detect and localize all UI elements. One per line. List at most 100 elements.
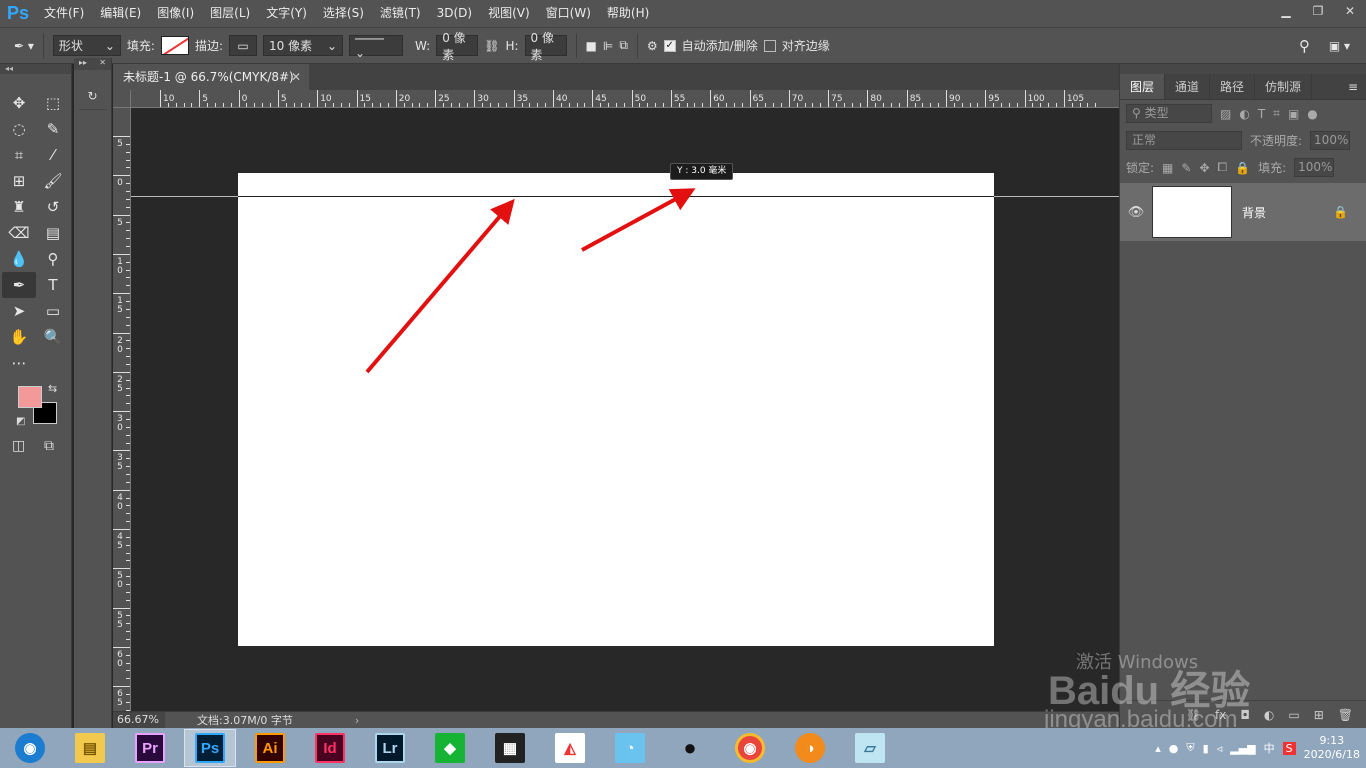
search-icon[interactable]: ⚲ — [1299, 37, 1310, 55]
gradient-tool-icon[interactable]: ▤ — [36, 220, 70, 246]
menu-image[interactable]: 图像(I) — [149, 0, 202, 27]
dodge-tool-icon[interactable]: ⚲ — [36, 246, 70, 272]
tray-qq-icon[interactable]: ● — [1169, 742, 1179, 755]
tray-sogou-icon[interactable]: S — [1282, 741, 1296, 755]
lock-position-icon[interactable]: ✥ — [1199, 161, 1209, 175]
ruler-origin[interactable] — [113, 90, 131, 108]
menu-layer[interactable]: 图层(L) — [202, 0, 258, 27]
screen-mode-icon[interactable]: ⧉ — [44, 438, 54, 454]
filter-shape-icon[interactable]: ⌗ — [1273, 106, 1280, 121]
eraser-tool-icon[interactable]: ⌫ — [2, 220, 36, 246]
expand-arrows-icon[interactable]: ▸▸ — [79, 58, 87, 70]
taskbar-indesign[interactable]: Id — [304, 729, 356, 767]
menu-edit[interactable]: 编辑(E) — [92, 0, 149, 27]
taskbar-app-notes[interactable]: ▱ — [844, 729, 896, 767]
stroke-size-field[interactable]: 10 像素 ⌄ — [263, 35, 343, 56]
canvas-area[interactable]: Y : 3.0 毫米 — [131, 108, 1119, 711]
swap-colors-icon[interactable]: ⇆ — [48, 382, 57, 395]
taskbar-app-blue[interactable]: ◔ — [604, 729, 656, 767]
chevron-right-icon[interactable]: › — [355, 714, 359, 727]
minimize-button[interactable]: ▁ — [1270, 0, 1302, 22]
panel-menu-icon[interactable]: ≡ — [1348, 74, 1366, 99]
close-icon[interactable]: ✕ — [291, 64, 301, 90]
taskbar-app-green[interactable]: ◆ — [424, 729, 476, 767]
filter-toggle-icon[interactable]: ● — [1307, 107, 1317, 121]
stroke-swatch[interactable]: ▭ — [229, 35, 257, 56]
fill-swatch[interactable] — [160, 36, 189, 55]
menu-3d[interactable]: 3D(D) — [429, 0, 480, 27]
eyedropper-tool-icon[interactable]: ⁄ — [36, 142, 70, 168]
rectangle-tool-icon[interactable]: ▭ — [36, 298, 70, 324]
link-layers-icon[interactable]: ⛓ — [1186, 708, 1201, 722]
tab-clone-source[interactable]: 仿制源 — [1255, 74, 1313, 99]
filter-adjustment-icon[interactable]: ◐ — [1239, 107, 1249, 121]
adjustment-layer-icon[interactable]: ◐ — [1264, 708, 1274, 722]
healing-brush-tool-icon[interactable]: ⊞ — [2, 168, 36, 194]
tab-layers[interactable]: 图层 — [1120, 74, 1166, 99]
tray-shield-icon[interactable]: ⛨ — [1186, 741, 1194, 755]
mode-select[interactable]: 形状 ⌄ — [52, 35, 121, 56]
blur-tool-icon[interactable]: 💧 — [2, 246, 36, 272]
menu-select[interactable]: 选择(S) — [315, 0, 372, 27]
tray-volume-icon[interactable]: ◃ — [1217, 742, 1223, 755]
taskbar-lightroom[interactable]: Lr — [364, 729, 416, 767]
lock-transparency-icon[interactable]: ▦ — [1162, 161, 1173, 175]
menu-view[interactable]: 视图(V) — [480, 0, 538, 27]
zoom-tool-icon[interactable]: 🔍 — [36, 324, 70, 350]
tray-network-icon[interactable]: ▮ — [1203, 742, 1209, 755]
taskbar-premiere[interactable]: Pr — [124, 729, 176, 767]
tab-channels[interactable]: 通道 — [1165, 74, 1211, 99]
lock-all-icon[interactable]: 🔒 — [1235, 161, 1250, 175]
filter-type-icon[interactable]: T — [1258, 107, 1265, 121]
path-select-tool-icon[interactable]: ➤ — [2, 298, 36, 324]
width-field[interactable]: 0 像素 — [436, 31, 479, 62]
ime-indicator[interactable]: 中 — [1264, 740, 1275, 756]
layer-row[interactable]: 👁 背景 🔒 — [1120, 183, 1366, 241]
lock-pixels-icon[interactable]: ✎ — [1181, 161, 1191, 175]
brush-tool-icon[interactable]: 🖌 — [36, 168, 70, 194]
stroke-type-select[interactable]: ──── ⌄ — [349, 32, 403, 60]
align-edges-checkbox[interactable] — [763, 39, 776, 52]
pen-tool-icon[interactable]: ✒ — [2, 272, 36, 298]
taskbar-qq[interactable]: ● — [664, 729, 716, 767]
visibility-eye-icon[interactable]: 👁 — [1120, 205, 1152, 220]
height-field[interactable]: 0 像素 — [524, 31, 567, 62]
fill-field[interactable]: 100% — [1294, 158, 1335, 177]
quick-select-tool-icon[interactable]: ✎ — [36, 116, 70, 142]
default-colors-icon[interactable]: ◩ — [16, 416, 25, 427]
start-button[interactable]: ◉ — [4, 729, 56, 767]
path-arrangement-icon[interactable]: ⧉ — [619, 38, 628, 53]
link-icon[interactable]: ⛓ — [484, 39, 499, 53]
new-group-icon[interactable]: ▭ — [1288, 708, 1299, 722]
quick-mask-icon[interactable]: ◫ — [12, 438, 25, 454]
taskbar-video-app[interactable]: ▦ — [484, 729, 536, 767]
collapse-arrows-icon[interactable]: ◂◂ — [0, 64, 71, 74]
clone-stamp-tool-icon[interactable]: ♜ — [2, 194, 36, 220]
history-brush-tool-icon[interactable]: ↺ — [36, 194, 70, 220]
hand-tool-icon[interactable]: ✋ — [2, 324, 36, 350]
document-tab[interactable]: 未标题-1 @ 66.7%(CMYK/8#) ✕ — [113, 64, 309, 90]
add-mask-icon[interactable]: ◘ — [1240, 708, 1250, 722]
filter-image-icon[interactable]: ▨ — [1220, 107, 1231, 121]
tray-expand-icon[interactable]: ▴ — [1155, 742, 1161, 755]
type-tool-icon[interactable]: T — [36, 272, 70, 298]
close-icon[interactable]: ✕ — [99, 58, 106, 70]
taskbar-illustrator[interactable]: Ai — [244, 729, 296, 767]
close-button[interactable]: ✕ — [1334, 0, 1366, 22]
new-layer-icon[interactable]: ⊞ — [1314, 708, 1324, 722]
delete-layer-icon[interactable]: 🗑 — [1338, 708, 1353, 722]
taskbar-chrome[interactable]: ◉ — [724, 729, 776, 767]
marquee-tool-icon[interactable]: ⬚ — [36, 90, 70, 116]
blend-mode-select[interactable]: 正常 — [1126, 131, 1242, 150]
tray-signal-icon[interactable]: ▂▄▆ — [1230, 742, 1255, 755]
more-tools-icon[interactable]: ⋯ — [2, 350, 36, 376]
menu-type[interactable]: 文字(Y) — [258, 0, 315, 27]
opacity-field[interactable]: 100% — [1310, 131, 1351, 150]
lock-artboard-icon[interactable]: ⧠ — [1218, 160, 1228, 175]
filter-smart-object-icon[interactable]: ▣ — [1288, 107, 1299, 121]
history-icon[interactable]: ↻ — [78, 82, 107, 110]
gear-icon[interactable]: ⚙ — [647, 39, 658, 53]
taskbar-explorer[interactable]: ▤ — [64, 729, 116, 767]
taskbar-photoshop[interactable]: Ps — [184, 729, 236, 767]
layer-filter-select[interactable]: ⚲ 类型 — [1126, 104, 1212, 123]
